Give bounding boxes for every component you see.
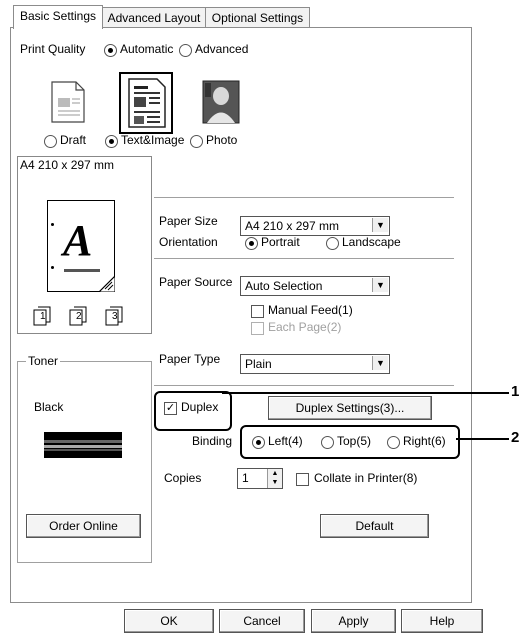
collate-label[interactable]: Collate in Printer(8) [314,471,417,485]
page-curl-icon [99,276,115,292]
callout-number-1: 1 [511,383,520,400]
each-page-label: Each Page(2) [268,320,342,334]
separator [154,258,454,260]
copies-label: Copies [164,471,202,485]
draft-label[interactable]: Draft [60,133,86,147]
automatic-label[interactable]: Automatic [120,42,173,56]
preview-letter: A [63,216,93,265]
draft-document-icon[interactable] [50,80,86,124]
portrait-label[interactable]: Portrait [261,235,300,249]
paper-source-value: Auto Selection [245,279,323,293]
callout-line-1 [222,392,509,394]
callout-line-2 [456,438,509,440]
default-button[interactable]: Default [320,514,429,538]
copies-stepper[interactable]: 1 ▲ ▼ [237,468,283,489]
punch-hole-icon [51,266,54,269]
apply-button[interactable]: Apply [311,609,396,633]
paper-type-select[interactable]: Plain ▼ [240,354,390,374]
landscape-radio[interactable] [326,237,339,250]
help-button[interactable]: Help [401,609,483,633]
chevron-down-icon[interactable]: ▼ [372,218,388,232]
tab-advanced-layout[interactable]: Advanced Layout [101,7,207,28]
photo-radio[interactable] [190,135,203,148]
copies-value[interactable]: 1 [242,471,249,485]
paper-size-value: A4 210 x 297 mm [245,219,340,233]
landscape-label[interactable]: Landscape [342,235,401,249]
page-number-1: 1 [40,311,46,322]
duplex-callout-box [154,391,232,431]
page-preview: A [47,200,115,292]
page-number-3: 3 [112,311,118,322]
tab-basic-settings[interactable]: Basic Settings [13,5,103,29]
photo-portrait-icon[interactable] [202,80,240,124]
binding-callout-box [240,425,460,459]
text-image-radio[interactable] [105,135,118,148]
text-image-label[interactable]: Text&Image [121,133,184,147]
paper-type-value: Plain [245,357,272,371]
chevron-down-icon[interactable]: ▼ [372,278,388,292]
advanced-label[interactable]: Advanced [195,42,248,56]
paper-source-label: Paper Source [159,275,233,289]
spin-arrows-icon[interactable]: ▲ ▼ [267,469,282,488]
paper-size-label: Paper Size [159,214,218,228]
orientation-label: Orientation [159,235,218,249]
duplex-settings-button[interactable]: Duplex Settings(3)... [268,396,432,420]
manual-feed-checkbox[interactable] [251,305,264,318]
photo-label[interactable]: Photo [206,133,237,147]
preview-caption-bar [64,269,100,272]
advanced-radio[interactable] [179,44,192,57]
cancel-button[interactable]: Cancel [219,609,305,633]
text-image-document-icon[interactable] [119,72,173,134]
ok-button[interactable]: OK [124,609,214,633]
paper-size-select[interactable]: A4 210 x 297 mm ▼ [240,216,390,236]
collate-checkbox[interactable] [296,473,309,486]
toner-legend: Toner [26,354,61,368]
toner-color-label: Black [34,400,64,414]
printer-properties-dialog: Basic Settings Advanced Layout Optional … [0,0,496,639]
order-online-button[interactable]: Order Online [26,514,141,538]
each-page-checkbox [251,322,264,335]
page-number-2: 2 [76,311,82,322]
print-quality-label: Print Quality [20,42,86,56]
binding-label: Binding [192,434,233,448]
separator [154,197,454,199]
separator [154,385,454,387]
automatic-radio[interactable] [104,44,117,57]
manual-feed-label[interactable]: Manual Feed(1) [268,303,353,317]
page-order-icons: 1 2 3 [32,305,142,327]
paper-source-select[interactable]: Auto Selection ▼ [240,276,390,296]
preview-size-label: A4 210 x 297 mm [20,158,115,172]
draft-radio[interactable] [44,135,57,148]
toner-level-bar [44,432,122,458]
paper-preview-panel: A4 210 x 297 mm A 1 2 3 [17,156,152,334]
paper-type-label: Paper Type [159,352,221,366]
tab-optional-settings[interactable]: Optional Settings [205,7,310,28]
punch-hole-icon [51,223,54,226]
portrait-radio[interactable] [245,237,258,250]
callout-number-2: 2 [511,429,520,446]
chevron-down-icon[interactable]: ▼ [372,356,388,370]
